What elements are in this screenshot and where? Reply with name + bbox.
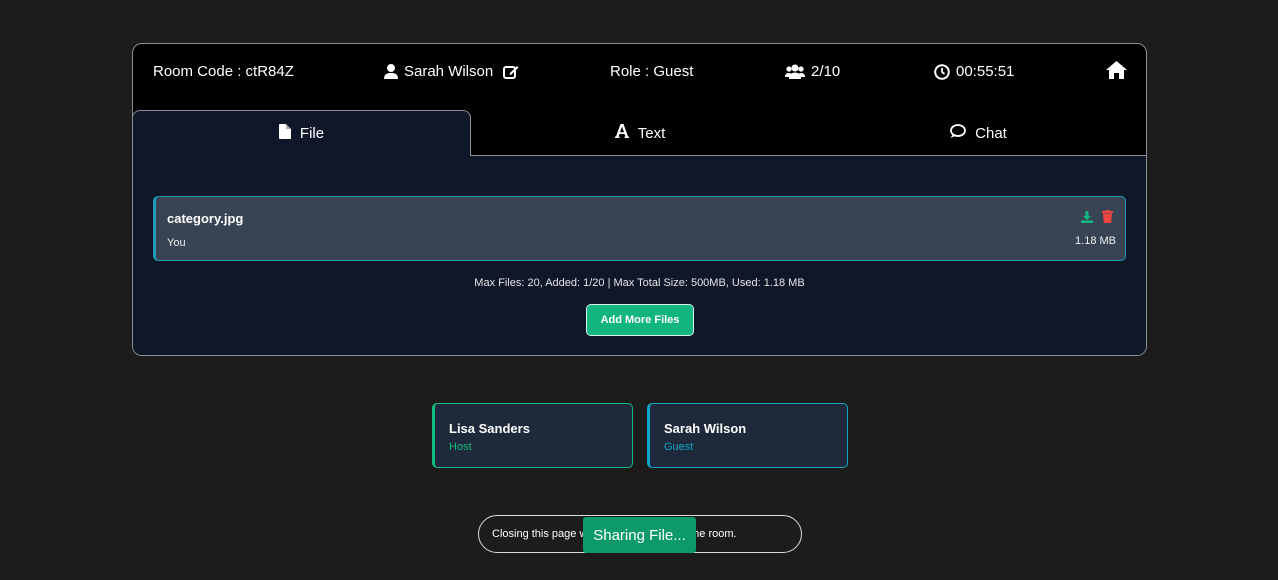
tab-chat-label: Chat [975,124,1007,142]
delete-icon[interactable] [1102,210,1113,228]
user-icon [384,64,398,79]
user-name: Sarah Wilson [404,63,494,80]
file-icon [278,124,291,143]
text-icon [614,124,629,142]
member-name: Lisa Sanders [449,421,530,436]
member-role: Guest [664,441,694,453]
add-more-files-button[interactable]: Add More Files [586,304,694,336]
file-name: category.jpg [167,211,244,226]
timer-text: 00:55:51 [956,63,1015,80]
tab-chat[interactable]: Chat [809,110,1146,156]
member-role: Host [449,441,472,453]
file-size: 1.18 MB [1075,235,1116,247]
sharing-file-toast: Sharing File... [583,517,696,553]
file-item: category.jpg You 1.18 MB [153,196,1126,261]
role-display: Role : Guest [610,63,693,80]
room-header: Room Code : ctR84Z Sarah Wilson Role : G… [133,44,1146,110]
tab-text[interactable]: Text [471,110,809,156]
user-name-display: Sarah Wilson [384,63,519,80]
file-owner: You [167,237,186,249]
room-panel: Room Code : ctR84Z Sarah Wilson Role : G… [132,43,1147,356]
tab-file[interactable]: File [133,110,471,156]
tab-bar: File Text Chat [133,110,1146,156]
clock-icon [934,63,950,80]
room-code-text: Room Code : ctR84Z [153,63,294,80]
download-icon[interactable] [1081,210,1093,228]
participant-count: 2/10 [785,63,840,80]
users-icon [785,64,805,79]
member-name: Sarah Wilson [664,421,747,436]
role-text: Role : Guest [610,63,694,80]
room-timer: 00:55:51 [934,63,1014,80]
file-limits-info: Max Files: 20, Added: 1/20 | Max Total S… [474,277,805,289]
member-card-host: Lisa Sanders Host [432,403,633,468]
room-code: Room Code : ctR84Z [153,63,294,80]
tab-text-label: Text [637,124,666,142]
participant-count-text: 2/10 [811,63,841,80]
home-icon[interactable] [1106,61,1127,79]
file-tab-content: category.jpg You 1.18 MB Max Files: 20, … [133,156,1146,355]
member-card-guest: Sarah Wilson Guest [647,403,848,468]
edit-icon[interactable] [503,64,519,80]
tab-file-label: File [299,125,325,142]
file-actions [1081,210,1113,228]
chat-icon [949,123,967,143]
